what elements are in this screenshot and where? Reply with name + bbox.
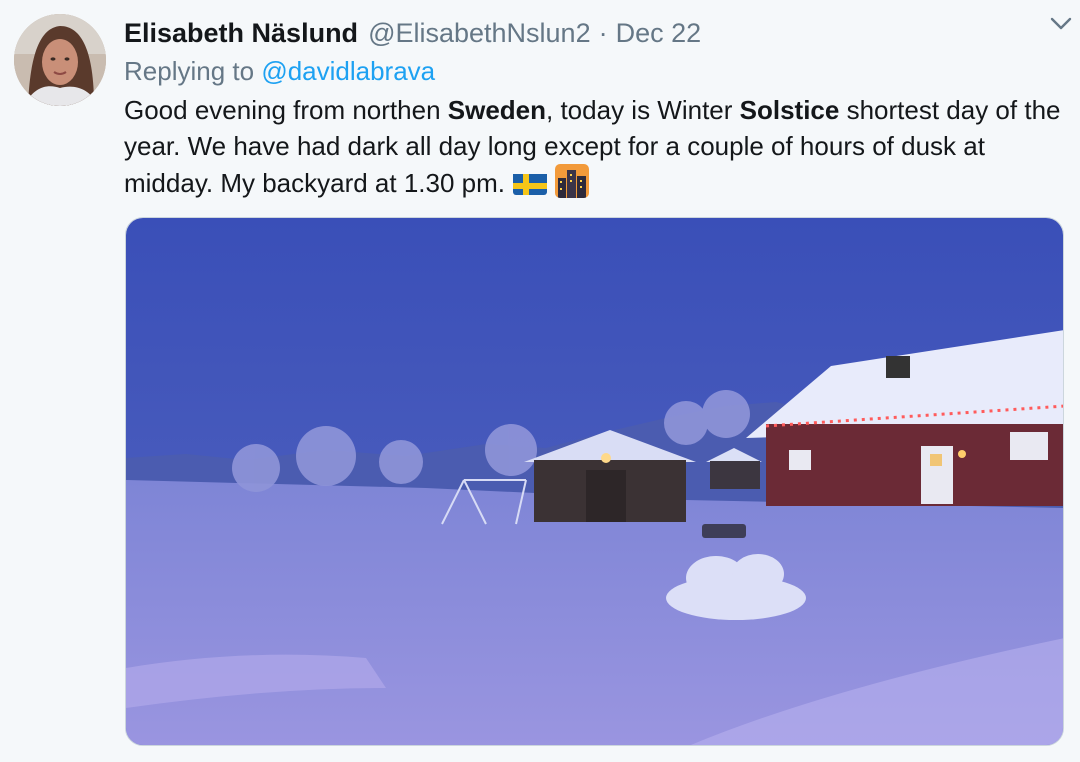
display-name[interactable]: Elisabeth Näslund [124, 18, 358, 49]
reply-context: Replying to @davidlabrava [124, 52, 1064, 90]
tweet-text-part: , today is Winter [546, 95, 740, 125]
tweet-date[interactable]: Dec 22 [616, 18, 702, 49]
tweet-text: Good evening from northen Sweden, today … [124, 92, 1074, 201]
user-handle[interactable]: @ElisabethNslun2 [368, 18, 591, 49]
avatar[interactable] [14, 14, 106, 106]
tweet-header: Elisabeth Näslund @ElisabethNslun2 · Dec… [124, 14, 1064, 52]
reply-prefix: Replying to [124, 56, 255, 86]
tweet-text-bold-sweden: Sweden [447, 95, 547, 125]
tweet-text-part: Good evening from northen [124, 95, 448, 125]
separator-dot: · [598, 17, 608, 48]
night-city-icon [555, 164, 590, 198]
tweet-text-bold-solstice: Solstice [739, 95, 840, 125]
chevron-down-icon[interactable] [1046, 8, 1076, 38]
tweet-content: Elisabeth Näslund @ElisabethNslun2 · Dec… [124, 14, 1064, 201]
tweet-photo[interactable] [125, 217, 1064, 746]
sweden-flag-icon [513, 171, 548, 195]
tweet[interactable]: Elisabeth Näslund @ElisabethNslun2 · Dec… [0, 0, 1080, 762]
reply-to-link[interactable]: @davidlabrava [261, 56, 435, 86]
